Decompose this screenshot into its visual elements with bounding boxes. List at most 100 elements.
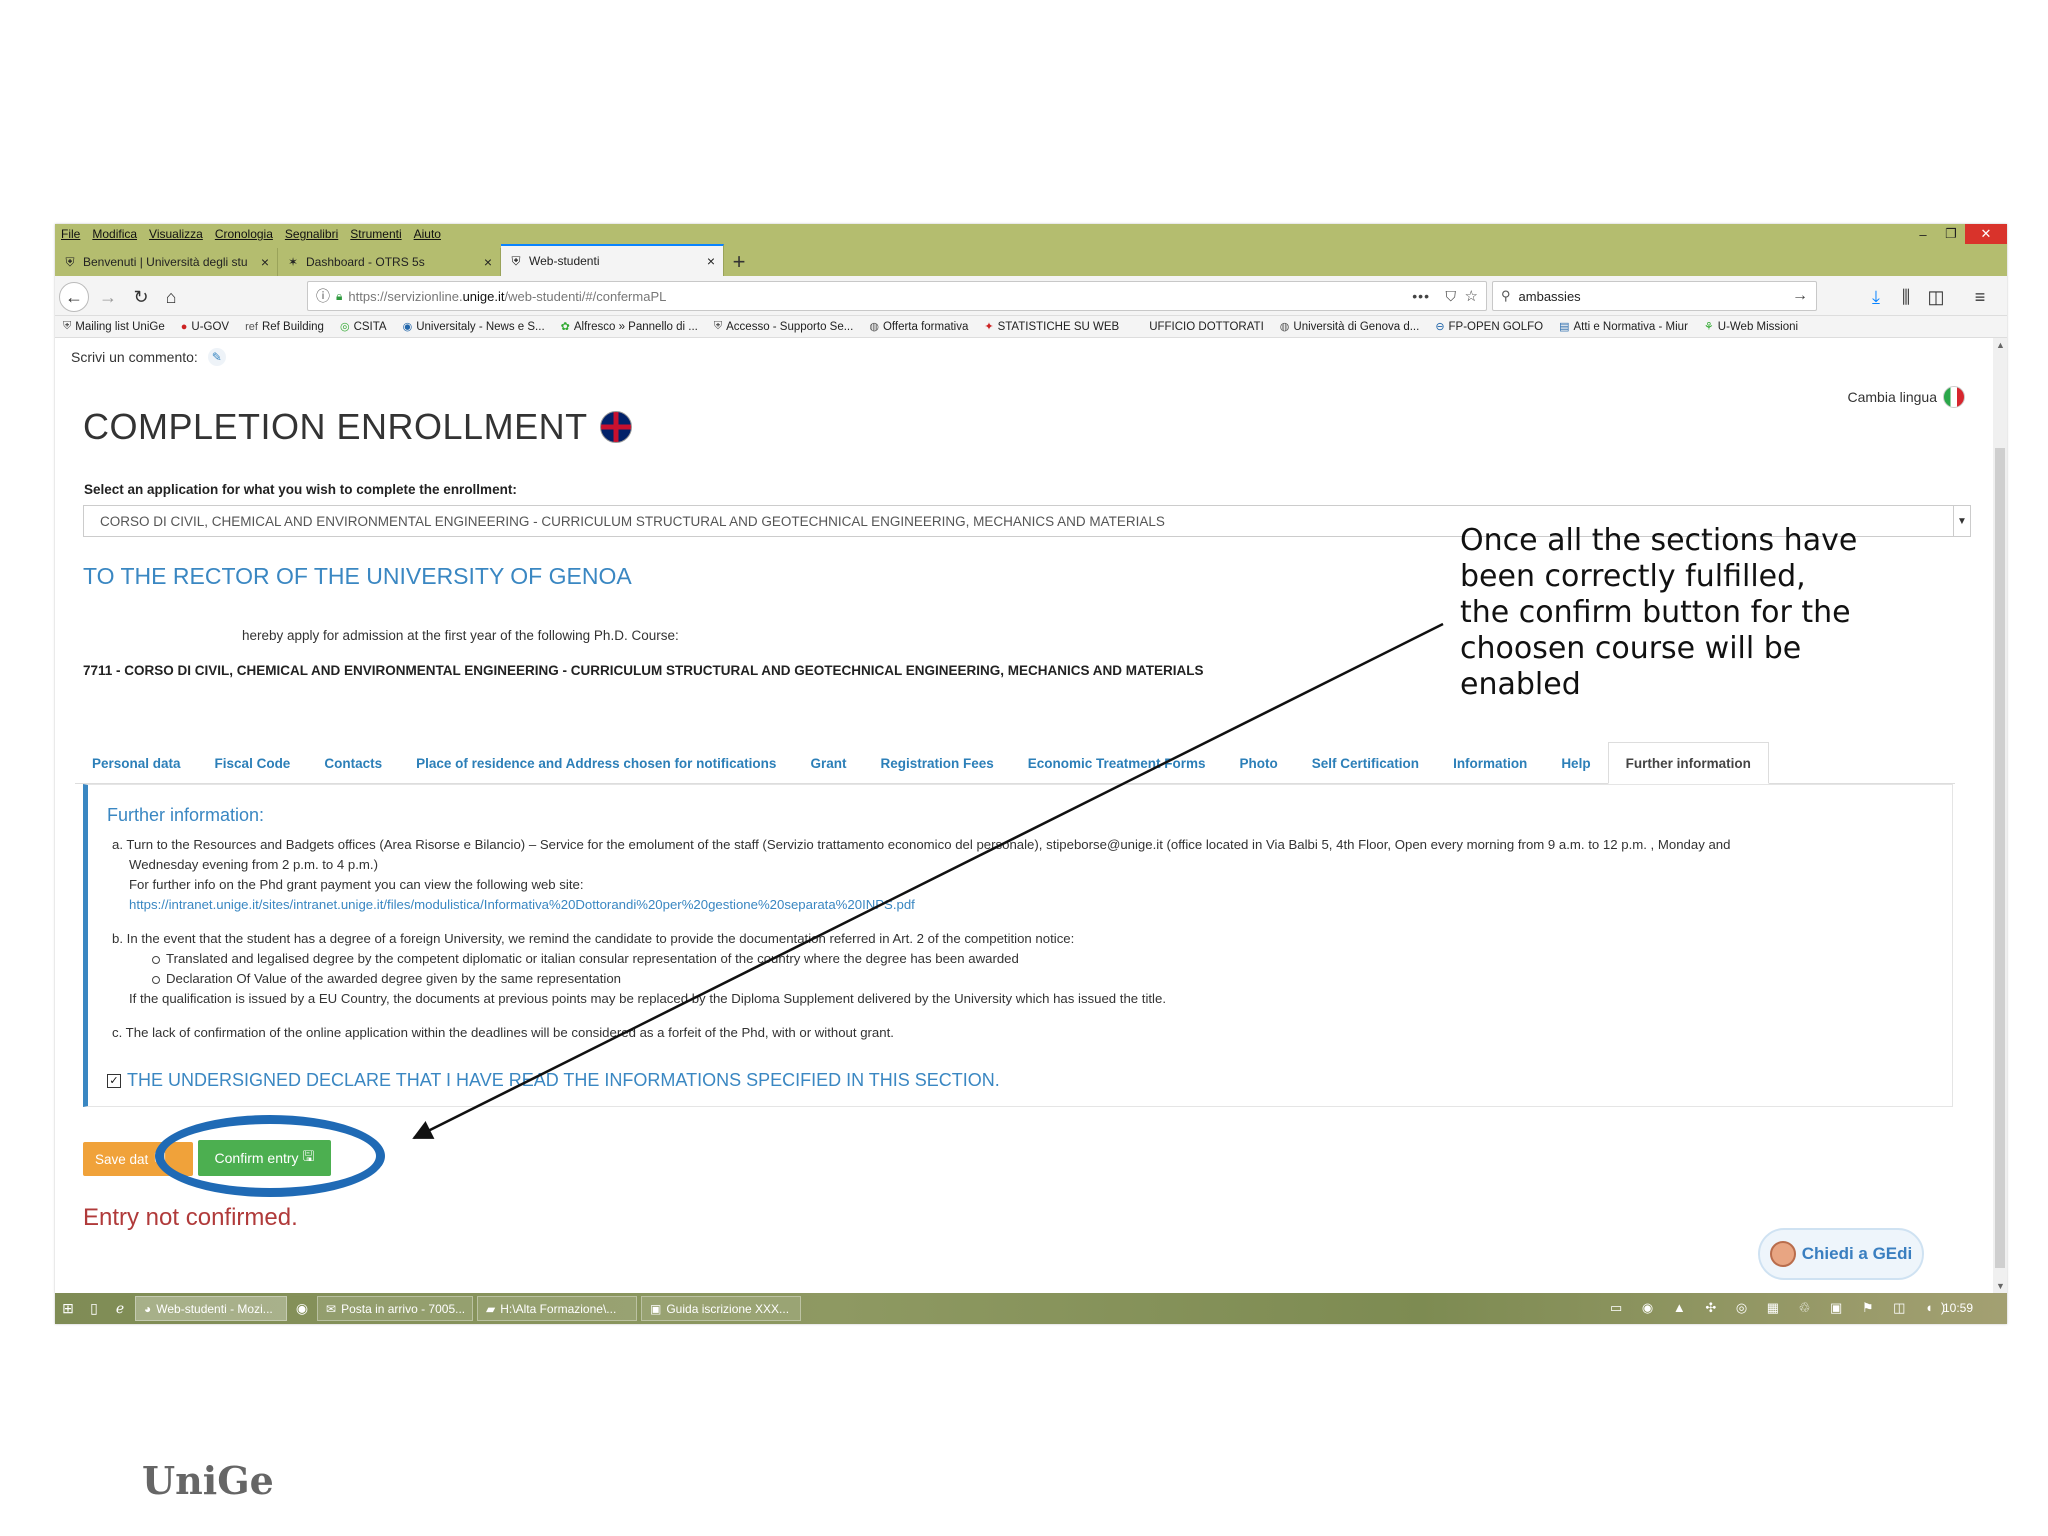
mail-icon: ✉ xyxy=(326,1301,337,1316)
menu-bar: File Modifica Visualizza Cronologia Segn… xyxy=(55,224,2007,244)
search-input[interactable]: ambassies xyxy=(1519,289,1581,304)
alfresco-icon: ✿ xyxy=(560,321,570,333)
bookmarks-bar: ⛨ Mailing list UniGe ● U-GOV ref Ref Buildi… xyxy=(55,316,2007,338)
page-scrollbar[interactable]: ▲ ▼ xyxy=(1993,338,2007,1293)
bookmark-item[interactable]: ⛨ Accesso - Supporto Se... xyxy=(706,320,861,333)
tab-help[interactable]: Help xyxy=(1544,743,1607,783)
course-select-value: CORSO DI CIVIL, CHEMICAL AND ENVIRONMENT… xyxy=(100,513,1165,529)
ie-icon[interactable]: ℯ xyxy=(107,1296,133,1321)
tab-label: Benvenuti | Università degli stu xyxy=(83,255,248,269)
info-icon[interactable]: ⓘ xyxy=(316,286,330,306)
more-actions-icon[interactable]: ••• xyxy=(1412,288,1430,304)
task-view-icon[interactable]: ▯ xyxy=(81,1296,107,1321)
bookmark-item[interactable]: ⊖ FP-OPEN GOLFO xyxy=(1427,320,1551,334)
restore-icon[interactable]: ❐ xyxy=(1937,224,1965,244)
close-icon[interactable]: × xyxy=(261,254,269,270)
browser-tab-benvenuti[interactable]: ⛨ Benvenuti | Università degli stu × xyxy=(55,248,278,276)
bookmark-item[interactable]: ref Ref Building xyxy=(237,321,332,333)
windows-start-icon[interactable]: ⊞ xyxy=(55,1296,81,1321)
section-tabs: Personal data Fiscal Code Contacts Place… xyxy=(75,740,1955,784)
menu-modifica[interactable]: Modifica xyxy=(86,227,143,241)
bookmark-item[interactable]: ⚘ U-Web Missioni xyxy=(1696,320,1806,334)
go-arrow-icon[interactable]: → xyxy=(1792,287,1808,305)
scroll-thumb[interactable] xyxy=(1995,448,2005,1268)
taskbar-clock: 10:59 xyxy=(1942,1301,1973,1315)
reload-button[interactable]: ↻ xyxy=(128,284,154,310)
scroll-down-icon[interactable]: ▼ xyxy=(1996,1281,2005,1291)
star-icon[interactable]: ☆ xyxy=(1465,287,1478,305)
tab-self-certification[interactable]: Self Certification xyxy=(1295,743,1436,783)
tab-registration-fees[interactable]: Registration Fees xyxy=(863,743,1010,783)
entry-status: Entry not confirmed. xyxy=(83,1204,298,1231)
bookmark-item[interactable]: ◍ Università di Genova d... xyxy=(1272,320,1428,334)
tab-fiscal-code[interactable]: Fiscal Code xyxy=(198,743,308,783)
url-bar[interactable]: ⓘ 🔒︎ https://servizionline. unige.it/web-… xyxy=(307,281,1487,311)
tab-photo[interactable]: Photo xyxy=(1223,743,1295,783)
bookmark-item[interactable]: ✿ Alfresco » Pannello di ... xyxy=(553,320,706,334)
bookmark-item[interactable]: ◎ CSITA xyxy=(332,320,395,334)
new-tab-button[interactable]: + xyxy=(724,248,754,276)
menu-aiuto[interactable]: Aiuto xyxy=(408,227,447,241)
minimize-icon[interactable]: – xyxy=(1909,224,1937,244)
bookmark-item[interactable]: ✦ STATISTICHE SU WEB xyxy=(976,320,1127,334)
declare-row[interactable]: ✓ THE UNDERSIGNED DECLARE THAT I HAVE RE… xyxy=(107,1070,1000,1091)
chrome-icon[interactable]: ◉ xyxy=(289,1296,315,1321)
sidebar-icon[interactable]: ◫ xyxy=(1923,284,1949,310)
tab-contacts[interactable]: Contacts xyxy=(307,743,399,783)
close-icon[interactable]: × xyxy=(484,254,492,270)
system-tray-icons[interactable]: ▭ ◉ ▲ ✣ ◎ ▦ ♲ ▣ ⚑ ◫ ◖) xyxy=(1610,1300,1953,1316)
tab-further-information[interactable]: Further information xyxy=(1607,742,1769,784)
shield-icon: ⛨ xyxy=(511,254,521,268)
italian-flag-icon[interactable] xyxy=(1943,386,1965,408)
back-button[interactable]: ← xyxy=(59,282,89,312)
uweb-icon: ⚘ xyxy=(1703,321,1714,333)
language-switch[interactable]: Cambia lingua xyxy=(1848,386,1965,408)
tab-information[interactable]: Information xyxy=(1436,743,1544,783)
bookmark-item[interactable]: ⛨ Mailing list UniGe xyxy=(55,320,173,333)
info-item-a-line1: a. Turn to the Resources and Badgets off… xyxy=(112,837,1731,852)
ugov-icon: ● xyxy=(180,320,188,333)
page-content: ▲ ▼ Scrivi un commento: ✎ Cambia lingua … xyxy=(55,338,2007,1293)
pocket-icon[interactable]: ⛉ xyxy=(1446,288,1457,305)
stats-icon: ✦ xyxy=(984,321,994,333)
taskbar-item-powerpoint[interactable]: ▣ Guida iscrizione XXX... xyxy=(641,1296,801,1321)
taskbar-item-firefox[interactable]: ◕ Web-studenti - Mozi... xyxy=(135,1296,287,1321)
search-bar[interactable]: ⚲ ambassies → xyxy=(1492,281,1817,311)
comment-label: Scrivi un commento: xyxy=(71,349,198,365)
tab-economic-treatment[interactable]: Economic Treatment Forms xyxy=(1011,743,1223,783)
save-button-label: Save dat xyxy=(95,1151,149,1167)
browser-tab-dashboard[interactable]: ✶ Dashboard - OTRS 5s × xyxy=(278,248,501,276)
bookmark-item[interactable]: UFFICIO DOTTORATI xyxy=(1127,321,1272,333)
chat-assistant-button[interactable]: Chiedi a GEdi xyxy=(1758,1228,1924,1280)
bookmark-item[interactable]: ▤ Atti e Normativa - Miur xyxy=(1551,320,1696,334)
menu-file[interactable]: File xyxy=(55,227,86,241)
chevron-down-icon[interactable]: ▼ xyxy=(1953,506,1970,536)
tab-grant[interactable]: Grant xyxy=(793,743,863,783)
tab-personal-data[interactable]: Personal data xyxy=(75,743,198,783)
menu-strumenti[interactable]: Strumenti xyxy=(344,227,407,241)
close-icon[interactable]: × xyxy=(707,253,715,269)
tab-residence[interactable]: Place of residence and Address chosen fo… xyxy=(399,743,793,783)
scroll-up-icon[interactable]: ▲ xyxy=(1996,340,2005,350)
menu-visualizza[interactable]: Visualizza xyxy=(143,227,209,241)
download-icon[interactable]: ⤓ xyxy=(1863,284,1889,310)
library-icon[interactable]: ⫼ xyxy=(1893,284,1919,310)
pencil-icon[interactable]: ✎ xyxy=(207,348,226,366)
declare-checkbox[interactable]: ✓ xyxy=(107,1073,121,1088)
browser-tab-web-studenti[interactable]: ⛨ Web-studenti × xyxy=(501,244,724,276)
bookmark-item[interactable]: ◉ Universitaly - News e S... xyxy=(395,320,553,334)
info-item-c-line1: c. The lack of confirmation of the onlin… xyxy=(112,1025,894,1040)
forward-button[interactable]: → xyxy=(95,284,121,310)
globe-icon: ◉ xyxy=(402,321,413,333)
home-button[interactable]: ⌂ xyxy=(158,284,184,310)
taskbar-item-explorer[interactable]: ▰ H:\Alta Formazione\... xyxy=(477,1296,637,1321)
inps-info-link[interactable]: https://intranet.unige.it/sites/intranet… xyxy=(129,895,915,915)
close-window-icon[interactable]: ✕ xyxy=(1965,224,2007,244)
info-item-b-line1: b. In the event that the student has a d… xyxy=(112,931,1075,946)
taskbar-item-outlook[interactable]: ✉ Posta in arrivo - 7005... xyxy=(317,1296,473,1321)
menu-cronologia[interactable]: Cronologia xyxy=(209,227,279,241)
hamburger-menu-icon[interactable]: ≡ xyxy=(1967,284,1993,310)
bookmark-item[interactable]: ● U-GOV xyxy=(173,321,237,333)
bookmark-item[interactable]: ◍ Offerta formativa xyxy=(861,320,976,334)
menu-segnalibri[interactable]: Segnalibri xyxy=(279,227,344,241)
